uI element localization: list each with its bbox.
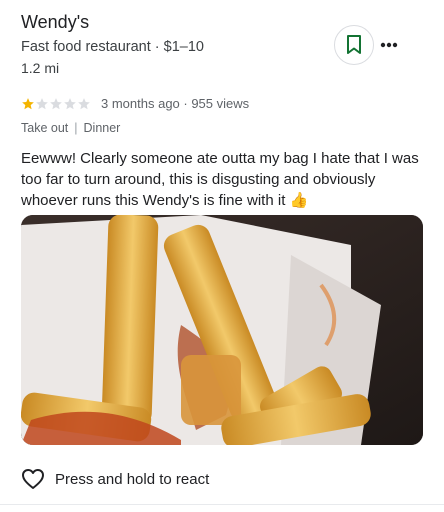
- star-empty-icon: [36, 97, 48, 109]
- bookmark-icon: [347, 35, 361, 54]
- star-empty-icon: [78, 97, 90, 109]
- more-options-button[interactable]: [376, 25, 402, 65]
- react-row[interactable]: Press and hold to react: [21, 468, 209, 490]
- react-label[interactable]: Press and hold to react: [55, 471, 209, 488]
- star-empty-icon: [64, 97, 76, 109]
- review-tags: Take out | Dinner: [21, 121, 120, 135]
- review-text: Eewww! Clearly someone ate outta my bag …: [21, 150, 419, 209]
- star-empty-icon: [50, 97, 62, 109]
- review-rating-row: 3 months ago · 955 views: [21, 96, 249, 111]
- tag-take-out: Take out: [21, 121, 69, 135]
- save-button[interactable]: [334, 25, 374, 65]
- divider: [0, 504, 444, 505]
- review-photo[interactable]: [21, 215, 423, 445]
- more-horiz-icon: [380, 42, 398, 48]
- heart-outline-icon[interactable]: [21, 468, 45, 490]
- tag-separator: |: [74, 121, 78, 135]
- place-distance: 1.2 mi: [21, 60, 60, 76]
- place-name[interactable]: Wendy's: [21, 12, 89, 33]
- fries-photo: [21, 215, 423, 445]
- star-rating: [21, 97, 91, 111]
- review-meta: 3 months ago · 955 views: [101, 96, 250, 111]
- tag-dinner: Dinner: [83, 121, 121, 135]
- place-category-price: Fast food restaurant · $1–10: [21, 39, 204, 55]
- star-filled-icon: [22, 97, 34, 109]
